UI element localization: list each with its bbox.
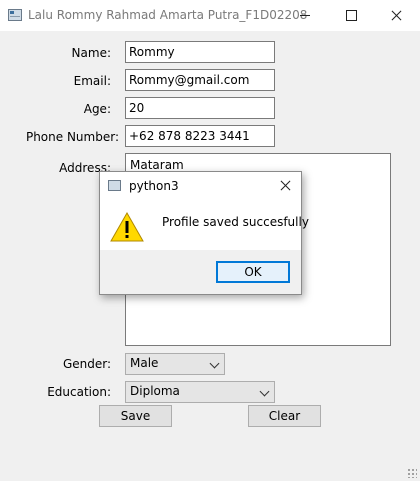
dialog-message: Profile saved succesfully	[162, 215, 309, 229]
save-button[interactable]: Save	[99, 405, 172, 427]
gender-select[interactable]: Male	[125, 353, 225, 375]
message-dialog: python3 Profile saved succesfully OK	[99, 171, 309, 295]
ok-button[interactable]: OK	[216, 261, 290, 283]
gender-select-value: Male	[130, 356, 159, 370]
app-icon	[108, 180, 121, 191]
education-select-value: Diploma	[130, 384, 180, 398]
window-titlebar[interactable]: Lalu Rommy Rahmad Amarta Putra_F1D02208	[0, 0, 420, 31]
phone-input[interactable]: +62 878 8223 3441	[125, 125, 275, 147]
chevron-down-icon	[259, 386, 270, 397]
clear-button[interactable]: Clear	[248, 405, 321, 427]
email-input[interactable]: Rommy@gmail.com	[125, 69, 275, 91]
email-label: Email:	[73, 74, 111, 88]
education-label: Education:	[47, 385, 111, 399]
dialog-close-icon[interactable]	[276, 176, 296, 196]
name-label: Name:	[71, 46, 111, 60]
warning-icon	[110, 212, 144, 242]
maximize-icon[interactable]	[328, 0, 374, 31]
age-label: Age:	[83, 102, 111, 116]
dialog-titlebar[interactable]: python3	[100, 172, 301, 200]
minimize-icon[interactable]	[282, 0, 328, 31]
name-input[interactable]: Rommy	[125, 41, 275, 63]
window-title: Lalu Rommy Rahmad Amarta Putra_F1D02208	[28, 8, 308, 22]
dialog-body: Profile saved succesfully	[100, 200, 309, 250]
age-input[interactable]: 20	[125, 97, 275, 119]
close-icon[interactable]	[374, 0, 420, 31]
resize-grip[interactable]	[407, 468, 417, 478]
education-select[interactable]: Diploma	[125, 381, 275, 403]
gender-label: Gender:	[62, 357, 111, 371]
chevron-down-icon	[209, 358, 220, 369]
phone-label: Phone Number:	[25, 130, 119, 144]
dialog-title: python3	[129, 179, 179, 193]
app-icon	[8, 9, 22, 21]
